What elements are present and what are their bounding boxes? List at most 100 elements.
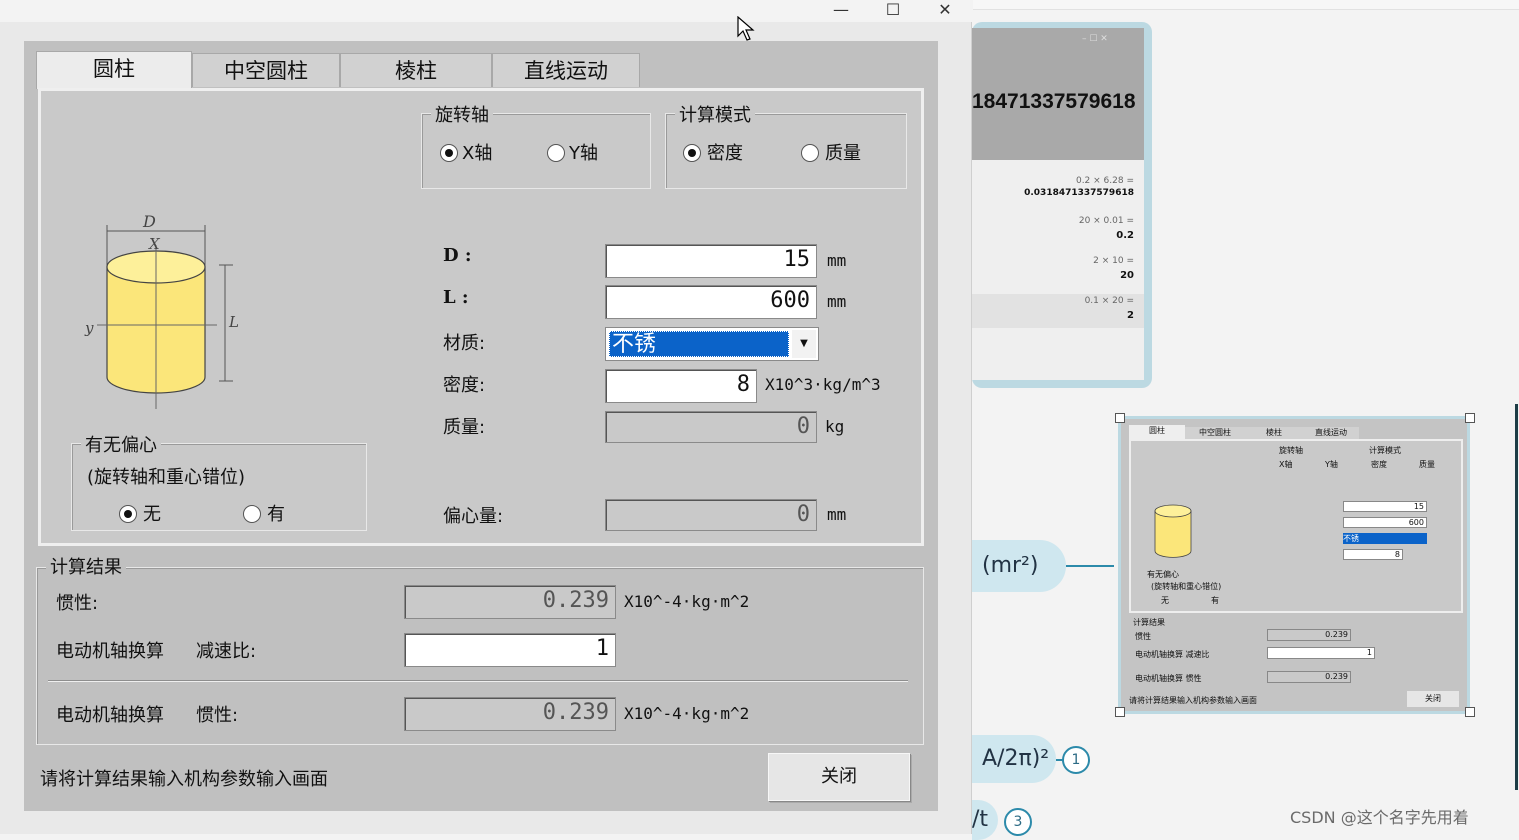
calc-display-value: 18471337579618 (972, 90, 1136, 113)
d-label: D : (443, 245, 472, 266)
thumb-material: 不锈 (1343, 533, 1427, 544)
motor-conv-label: 电动机轴换算 (56, 641, 164, 662)
x-axis-radio[interactable] (440, 144, 458, 162)
history-value-1: 0.0318471337579618 (1024, 188, 1134, 198)
thumb-result-title: 计算结果 (1133, 618, 1165, 627)
dialog-thumbnail-image[interactable]: 圆柱 中空圆柱 棱柱 直线运动 旋转轴 计算模式 X轴 Y轴 密度 质量 15 … (1115, 413, 1475, 717)
diagram-d-label: D (142, 212, 156, 231)
d-unit: mm (827, 251, 847, 270)
mass-mode-label: 质量 (825, 143, 861, 164)
thumb-panel: 旋转轴 计算模式 X轴 Y轴 密度 质量 15 600 不锈 8 有无偏心 (旋… (1129, 439, 1463, 613)
tab-cylinder[interactable]: 圆柱 (36, 51, 192, 89)
material-selected-value: 不锈 (609, 331, 789, 357)
mindmap-node-t[interactable]: /t (972, 800, 998, 840)
mass-label: 质量: (443, 417, 486, 438)
eccentric-title: 有无偏心 (81, 431, 161, 457)
y-axis-radio[interactable] (547, 144, 565, 162)
material-label: 材质: (443, 333, 486, 354)
thumb-inertia-label: 惯性 (1135, 632, 1151, 641)
background-top-strip (973, 0, 1519, 10)
inertia-unit: X10^-4·kg·m^2 (624, 592, 750, 611)
calculator-window: – ☐ ✕ 18471337579618 0.2 × 6.28 = 0.0318… (972, 28, 1144, 380)
resize-handle-bl[interactable] (1115, 707, 1125, 717)
thumb-ecc-title: 有无偏心 (1147, 570, 1179, 579)
badge-1[interactable]: 1 (1062, 746, 1090, 774)
history-value-4: 2 (1127, 310, 1134, 321)
results-title: 计算结果 (46, 553, 126, 579)
dialog-body: 圆柱 中空圆柱 棱柱 直线运动 旋转轴 X轴 Y轴 计算模式 密度 质量 D X… (24, 41, 938, 811)
resize-handle-tl[interactable] (1115, 413, 1125, 423)
x-axis-label: X轴 (462, 143, 493, 164)
y-axis-label: Y轴 (569, 143, 598, 164)
thumb-close: 关闭 (1407, 691, 1459, 707)
resize-handle-tr[interactable] (1465, 413, 1475, 423)
diagram-l-label: L (228, 313, 239, 331)
thumb-mode-title: 计算模式 (1369, 446, 1401, 455)
calc-history: 0.2 × 6.28 = 0.0318471337579618 20 × 0.0… (972, 160, 1144, 380)
thumb-mass: 质量 (1419, 460, 1435, 469)
eccentric-no-label: 无 (143, 504, 161, 525)
thumb-x-axis: X轴 (1279, 460, 1293, 469)
eccentric-yes-label: 有 (267, 504, 285, 525)
history-expr-2: 20 × 0.01 = (1078, 216, 1134, 226)
thumb-ecc-no: 无 (1161, 596, 1169, 605)
cylinder-panel: 旋转轴 X轴 Y轴 计算模式 密度 质量 D X y L 有无偏心 (旋转轴和重… (38, 88, 924, 546)
diagram-x-label: X (148, 235, 161, 253)
minimize-button[interactable]: — (815, 0, 867, 22)
history-value-2: 0.2 (1116, 230, 1134, 241)
d-input[interactable]: 15 (605, 244, 817, 278)
thumb-ratio-label: 电动机轴换算 减速比 (1135, 650, 1210, 659)
tab-prism[interactable]: 棱柱 (340, 53, 492, 87)
right-edge-line (1515, 404, 1518, 790)
density-input[interactable]: 8 (605, 369, 757, 403)
thumb-inertia: 0.239 (1267, 629, 1351, 641)
motor-inertia-output: 0.239 (404, 697, 616, 731)
material-select[interactable]: 不锈 ▼ (605, 327, 819, 361)
l-label: L : (443, 287, 469, 308)
calc-mode-title: 计算模式 (675, 101, 755, 127)
motor-inertia-label: 电动机轴换算 (56, 705, 164, 726)
chevron-down-icon[interactable]: ▼ (792, 330, 816, 358)
resize-handle-br[interactable] (1465, 707, 1475, 717)
history-value-3: 20 (1120, 270, 1134, 281)
badge-3[interactable]: 3 (1004, 808, 1032, 836)
motor-inertia-sublabel: 惯性: (196, 705, 239, 726)
inertia-output: 0.239 (404, 585, 616, 619)
thumb-motor-label: 电动机轴换算 惯性 (1135, 674, 1202, 683)
tab-linear-motion[interactable]: 直线运动 (492, 53, 640, 87)
l-input[interactable]: 600 (605, 285, 817, 319)
density-mode-radio[interactable] (683, 144, 701, 162)
mindmap-node-formula[interactable]: A/2π)² (972, 735, 1056, 783)
maximize-button[interactable]: ☐ (867, 0, 919, 22)
mindmap-connector (1066, 565, 1114, 567)
l-unit: mm (827, 292, 847, 311)
mouse-cursor-icon (737, 16, 755, 41)
history-expr-4: 0.1 × 20 = (1084, 296, 1134, 306)
thumb-d-input: 15 (1343, 501, 1427, 512)
rotation-axis-title: 旋转轴 (431, 101, 493, 127)
mindmap-node-mr2[interactable]: (mr²) (972, 540, 1066, 592)
inertia-label: 惯性: (56, 593, 99, 614)
inertia-calculator-window: — ☐ ✕ 圆柱 中空圆柱 棱柱 直线运动 旋转轴 X轴 Y轴 计算模式 密度 … (0, 0, 972, 834)
thumb-tab-1: 圆柱 (1129, 425, 1185, 439)
mass-mode-radio[interactable] (801, 144, 819, 162)
thumb-ecc-sub: (旋转轴和重心错位) (1151, 582, 1222, 591)
thumb-tab-2: 中空圆柱 (1185, 427, 1245, 439)
calc-window-controls[interactable]: – ☐ ✕ (1082, 34, 1108, 44)
close-window-button[interactable]: ✕ (919, 0, 971, 22)
thumb-density: 密度 (1371, 460, 1387, 469)
eccentricity-unit: mm (827, 505, 847, 524)
cylinder-diagram: D X y L (84, 212, 239, 409)
title-bar: — ☐ ✕ (0, 0, 972, 22)
thumb-ecc-yes: 有 (1211, 596, 1219, 605)
ratio-input[interactable]: 1 (404, 633, 616, 667)
eccentric-yes-radio[interactable] (243, 505, 261, 523)
close-button[interactable]: 关闭 (768, 753, 910, 801)
eccentric-no-radio[interactable] (119, 505, 137, 523)
eccentricity-input: 0 (605, 499, 817, 531)
eccentric-subtitle: (旋转轴和重心错位) (87, 467, 246, 488)
motor-inertia-unit: X10^-4·kg·m^2 (624, 704, 750, 723)
diagram-y-label: y (84, 319, 94, 337)
ratio-label: 减速比: (196, 641, 257, 662)
tab-hollow-cylinder[interactable]: 中空圆柱 (192, 53, 340, 87)
